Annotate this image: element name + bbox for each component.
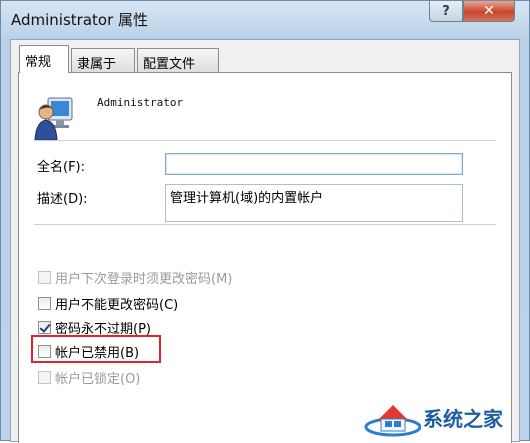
must-change-password-option: 用户下次登录时须更改密码(M) [38,268,233,287]
general-tab-panel: Administrator 全名(F): 描述(D): 管理计算机(域)的内置帐… [18,72,512,443]
description-field[interactable]: 管理计算机(域)的内置帐户 [165,184,463,222]
must-change-password-checkbox [38,270,51,284]
cannot-change-password-option[interactable]: 用户不能更改密码(C) [38,294,178,313]
help-button[interactable]: ? [429,1,463,22]
dialog-client-area: 常规 隶属于 配置文件 Administrator 全名(F): 描述(D): … [10,39,520,443]
cannot-change-password-label[interactable]: 用户不能更改密码(C) [55,294,178,313]
account-locked-label: 帐户已锁定(O) [55,371,141,387]
cannot-change-password-checkbox[interactable] [38,296,51,310]
close-button[interactable]: ✕ [463,1,515,22]
description-label: 描述(D): [37,192,88,207]
tab-member-of[interactable]: 隶属于 [71,48,135,72]
highlight-box [31,335,161,363]
full-name-field[interactable] [165,153,463,175]
tab-general[interactable]: 常规 [19,45,69,73]
watermark: 系统之家 [363,395,528,439]
divider [34,140,496,141]
account-locked-option: 帐户已锁定(O) [38,368,141,387]
house-logo-icon [364,405,421,437]
account-locked-checkbox [38,370,51,384]
user-account-icon [34,97,73,141]
full-name-label: 全名(F): [37,160,86,175]
properties-dialog: Administrator 属性 ? ✕ 常规 隶属于 配置文件 Adminis… [0,0,530,443]
must-change-password-label: 用户下次登录时须更改密码(M) [55,271,233,287]
window-title: Administrator 属性 [11,11,149,29]
watermark-text: 系统之家 [423,406,503,431]
password-never-expires-checkbox[interactable] [38,320,51,334]
tab-profile[interactable]: 配置文件 [137,48,219,72]
divider [34,224,496,225]
account-name: Administrator [97,96,184,109]
password-never-expires-label[interactable]: 密码永不过期(P) [55,318,151,337]
password-never-expires-option[interactable]: 密码永不过期(P) [38,318,151,337]
title-bar[interactable]: Administrator 属性 ? ✕ [1,1,529,35]
